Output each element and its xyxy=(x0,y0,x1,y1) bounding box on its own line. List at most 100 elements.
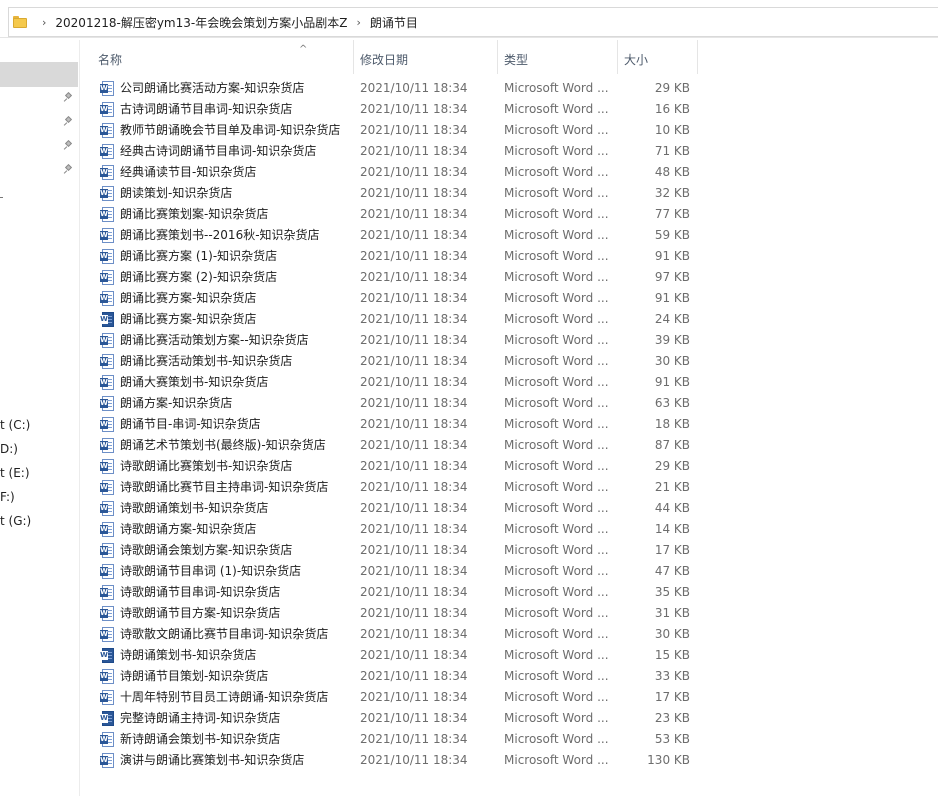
file-date: 2021/10/11 18:34 xyxy=(360,312,468,326)
word-doc-icon: W xyxy=(100,249,115,264)
file-name: 经典古诗词朗诵节目串词-知识杂货店 xyxy=(120,144,317,158)
file-date: 2021/10/11 18:34 xyxy=(360,396,468,410)
file-type: Microsoft Word ... xyxy=(504,270,609,284)
file-type: Microsoft Word ... xyxy=(504,459,609,473)
file-row[interactable]: W 朗诵比赛方案 (1)-知识杂货店 2021/10/11 18:34 Microso… xyxy=(80,246,700,267)
word-doc-icon: W xyxy=(100,228,115,243)
file-size: 97 KB xyxy=(654,270,690,284)
file-row[interactable]: W 诗朗诵策划书-知识杂货店 2021/10/11 18:34 Microsoft W… xyxy=(80,645,700,666)
column-header-size[interactable]: 大小 xyxy=(618,40,698,74)
file-type: Microsoft Word ... xyxy=(504,186,609,200)
column-header-name[interactable]: 名称 xyxy=(92,40,354,74)
file-row[interactable]: W 朗诵比赛方案 (2)-知识杂货店 2021/10/11 18:34 Microso… xyxy=(80,267,700,288)
file-date: 2021/10/11 18:34 xyxy=(360,564,468,578)
word-doc-icon: W xyxy=(100,375,115,390)
file-name: 朗诵比赛方案 (1)-知识杂货店 xyxy=(120,249,278,263)
breadcrumb-item-parent[interactable]: 20201218-解压密ym13-年会晚会策划方案小品剧本Z xyxy=(55,14,347,31)
file-size: 14 KB xyxy=(654,522,690,536)
file-date: 2021/10/11 18:34 xyxy=(360,669,468,683)
nav-drive-f[interactable]: F:) xyxy=(0,490,15,504)
file-date: 2021/10/11 18:34 xyxy=(360,459,468,473)
file-size: 24 KB xyxy=(654,312,690,326)
nav-drive-d[interactable]: D:) xyxy=(0,442,18,456)
column-header-date[interactable]: 修改日期 xyxy=(354,40,498,74)
file-row[interactable]: W 朗诵大赛策划书-知识杂货店 2021/10/11 18:34 Microsoft … xyxy=(80,372,700,393)
file-size: 29 KB xyxy=(654,459,690,473)
nav-drive-g[interactable]: t (G:) xyxy=(0,514,31,528)
file-row[interactable]: W 古诗词朗诵节目串词-知识杂货店 2021/10/11 18:34 Microsof… xyxy=(80,99,700,120)
file-row[interactable]: W 诗歌朗诵方案-知识杂货店 2021/10/11 18:34 Microsoft W… xyxy=(80,519,700,540)
file-size: 33 KB xyxy=(654,669,690,683)
file-name: 朗诵比赛方案-知识杂货店 xyxy=(120,291,257,305)
file-date: 2021/10/11 18:34 xyxy=(360,291,468,305)
chevron-right-icon[interactable]: › xyxy=(356,16,360,29)
address-field[interactable]: › 20201218-解压密ym13-年会晚会策划方案小品剧本Z › 朗诵节目 xyxy=(8,7,938,37)
file-date: 2021/10/11 18:34 xyxy=(360,270,468,284)
file-row[interactable]: W 朗诵方案-知识杂货店 2021/10/11 18:34 Microsoft Wor… xyxy=(80,393,700,414)
file-size: 53 KB xyxy=(654,732,690,746)
file-row[interactable]: W 新诗朗诵会策划书-知识杂货店 2021/10/11 18:34 Microsoft… xyxy=(80,729,700,750)
file-row[interactable]: W 公司朗诵比赛活动方案-知识杂货店 2021/10/11 18:34 Microso… xyxy=(80,78,700,99)
file-date: 2021/10/11 18:34 xyxy=(360,522,468,536)
file-date: 2021/10/11 18:34 xyxy=(360,543,468,557)
file-size: 15 KB xyxy=(654,648,690,662)
file-row[interactable]: W 诗歌朗诵会策划方案-知识杂货店 2021/10/11 18:34 Microsof… xyxy=(80,540,700,561)
file-row[interactable]: W 朗诵比赛活动策划方案--知识杂货店 2021/10/11 18:34 Micros… xyxy=(80,330,700,351)
pin-icon xyxy=(63,163,73,174)
file-date: 2021/10/11 18:34 xyxy=(360,417,468,431)
file-type: Microsoft Word ... xyxy=(504,690,609,704)
file-row[interactable]: W 教师节朗诵晚会节目单及串词-知识杂货店 2021/10/11 18:34 Micr… xyxy=(80,120,700,141)
file-date: 2021/10/11 18:34 xyxy=(360,627,468,641)
file-date: 2021/10/11 18:34 xyxy=(360,753,468,767)
file-row[interactable]: W 演讲与朗诵比赛策划书-知识杂货店 2021/10/11 18:34 Microso… xyxy=(80,750,700,771)
file-date: 2021/10/11 18:34 xyxy=(360,186,468,200)
file-row[interactable]: W 朗诵艺术节策划书(最终版)-知识杂货店 2021/10/11 18:34 Micr… xyxy=(80,435,700,456)
word-doc-icon: W xyxy=(100,102,115,117)
file-row[interactable]: W 诗歌朗诵比赛节目主持串词-知识杂货店 2021/10/11 18:34 Micro… xyxy=(80,477,700,498)
file-size: 91 KB xyxy=(654,291,690,305)
file-row[interactable]: W 十周年特别节目员工诗朗诵-知识杂货店 2021/10/11 18:34 Micro… xyxy=(80,687,700,708)
word-doc-icon: W xyxy=(100,270,115,285)
file-date: 2021/10/11 18:34 xyxy=(360,354,468,368)
file-row[interactable]: W 朗诵比赛策划书--2016秋-知识杂货店 2021/10/11 18:34 Mic… xyxy=(80,225,700,246)
file-row[interactable]: W 朗诵比赛策划案-知识杂货店 2021/10/11 18:34 Microsoft … xyxy=(80,204,700,225)
file-type: Microsoft Word ... xyxy=(504,585,609,599)
file-type: Microsoft Word ... xyxy=(504,711,609,725)
file-row[interactable]: W 诗歌朗诵比赛策划书-知识杂货店 2021/10/11 18:34 Microsof… xyxy=(80,456,700,477)
file-row[interactable]: W 诗歌朗诵节目串词-知识杂货店 2021/10/11 18:34 Microsoft… xyxy=(80,582,700,603)
column-header: ^ 名称 修改日期 类型 大小 xyxy=(80,40,938,74)
file-row[interactable]: W 诗歌朗诵策划书-知识杂货店 2021/10/11 18:34 Microsoft … xyxy=(80,498,700,519)
file-row[interactable]: W 朗诵节目-串词-知识杂货店 2021/10/11 18:34 Microsoft … xyxy=(80,414,700,435)
file-name: 朗诵艺术节策划书(最终版)-知识杂货店 xyxy=(120,438,326,452)
file-size: 48 KB xyxy=(654,165,690,179)
file-row[interactable]: W 朗诵比赛方案-知识杂货店 2021/10/11 18:34 Microsoft W… xyxy=(80,309,700,330)
file-type: Microsoft Word ... xyxy=(504,165,609,179)
breadcrumb-item-current[interactable]: 朗诵节目 xyxy=(370,14,418,31)
file-date: 2021/10/11 18:34 xyxy=(360,480,468,494)
file-date: 2021/10/11 18:34 xyxy=(360,690,468,704)
file-row[interactable]: W 经典诵读节目-知识杂货店 2021/10/11 18:34 Microsoft W… xyxy=(80,162,700,183)
file-date: 2021/10/11 18:34 xyxy=(360,333,468,347)
file-row[interactable]: W 朗诵比赛方案-知识杂货店 2021/10/11 18:34 Microsoft W… xyxy=(80,288,700,309)
word-doc-icon: W xyxy=(100,186,115,201)
nav-drive-c[interactable]: t (C:) xyxy=(0,418,30,432)
file-row[interactable]: W 诗歌朗诵节目串词 (1)-知识杂货店 2021/10/11 18:34 Micro… xyxy=(80,561,700,582)
file-name: 朗诵比赛方案 (2)-知识杂货店 xyxy=(120,270,278,284)
column-header-type[interactable]: 类型 xyxy=(498,40,618,74)
file-row[interactable]: W 朗诵比赛活动策划书-知识杂货店 2021/10/11 18:34 Microsof… xyxy=(80,351,700,372)
file-row[interactable]: W 经典古诗词朗诵节目串词-知识杂货店 2021/10/11 18:34 Micros… xyxy=(80,141,700,162)
word-doc-icon: W xyxy=(100,522,115,537)
file-row[interactable]: W 诗朗诵节目策划-知识杂货店 2021/10/11 18:34 Microsoft … xyxy=(80,666,700,687)
file-name: 诗朗诵节目策划-知识杂货店 xyxy=(120,669,269,683)
chevron-right-icon[interactable]: › xyxy=(42,16,46,29)
file-row[interactable]: W 诗歌朗诵节目方案-知识杂货店 2021/10/11 18:34 Microsoft… xyxy=(80,603,700,624)
file-type: Microsoft Word ... xyxy=(504,627,609,641)
nav-drive-e[interactable]: t (E:) xyxy=(0,466,30,480)
file-row[interactable]: W 朗读策划-知识杂货店 2021/10/11 18:34 Microsoft Wor… xyxy=(80,183,700,204)
file-name: 朗读策划-知识杂货店 xyxy=(120,186,233,200)
file-type: Microsoft Word ... xyxy=(504,396,609,410)
file-name: 诗歌散文朗诵比赛节目串词-知识杂货店 xyxy=(120,627,329,641)
nav-item-selected[interactable] xyxy=(0,62,78,87)
file-row[interactable]: W 诗歌散文朗诵比赛节目串词-知识杂货店 2021/10/11 18:34 Micro… xyxy=(80,624,700,645)
file-row[interactable]: W 完整诗朗诵主持词-知识杂货店 2021/10/11 18:34 Microsoft… xyxy=(80,708,700,729)
